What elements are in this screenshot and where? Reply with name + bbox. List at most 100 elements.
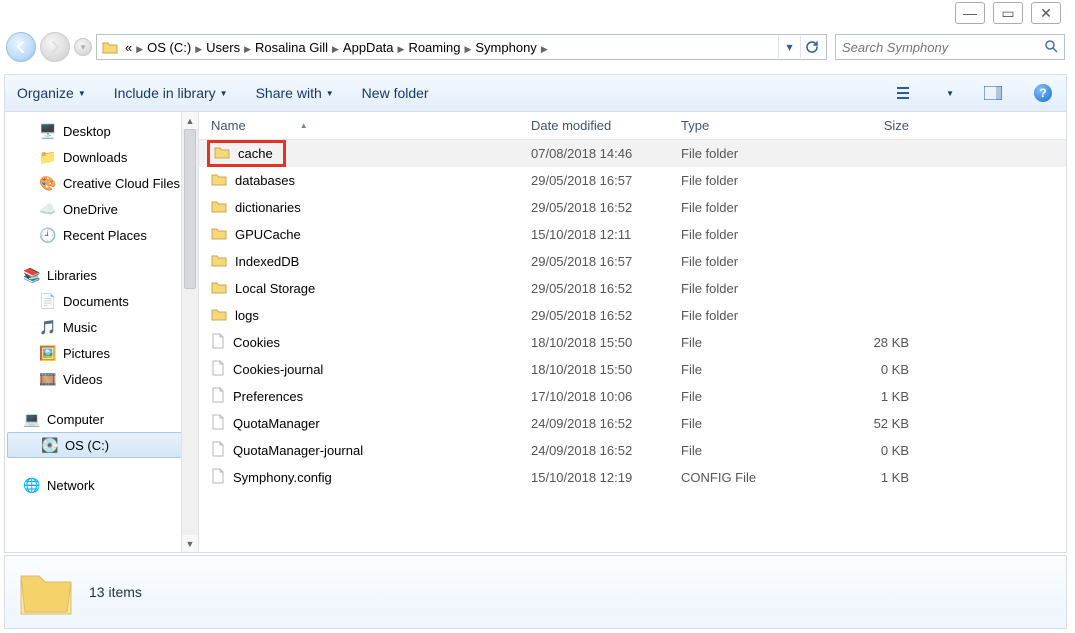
breadcrumb-segment[interactable]: OS (C:) — [145, 40, 193, 55]
file-row[interactable]: databases29/05/2018 16:57File folder — [199, 167, 1066, 194]
help-button[interactable]: ? — [1032, 82, 1054, 104]
scroll-down-icon[interactable]: ▼ — [182, 535, 198, 552]
preview-pane-button[interactable] — [982, 82, 1004, 104]
forward-button[interactable] — [40, 32, 70, 62]
file-type: File — [681, 443, 829, 458]
column-type[interactable]: Type — [681, 118, 829, 133]
scroll-up-icon[interactable]: ▲ — [182, 112, 198, 129]
file-type: File folder — [681, 308, 829, 323]
share-with-menu[interactable]: Share with▼ — [256, 85, 334, 101]
organize-menu[interactable]: Organize▼ — [17, 85, 86, 101]
address-bar[interactable]: « ▶OS (C:)▶Users▶Rosalina Gill▶AppData▶R… — [96, 34, 827, 60]
file-date: 29/05/2018 16:52 — [531, 200, 681, 215]
file-row[interactable]: Local Storage29/05/2018 16:52File folder — [199, 275, 1066, 302]
search-input[interactable] — [842, 40, 1044, 55]
tree-item-label: Creative Cloud Files — [63, 176, 180, 191]
tree-item[interactable]: 🖥️Desktop — [5, 118, 198, 144]
file-size: 28 KB — [829, 335, 919, 350]
file-date: 29/05/2018 16:57 — [531, 254, 681, 269]
chevron-right-icon[interactable]: ▶ — [193, 44, 204, 54]
file-icon — [211, 468, 225, 487]
chevron-down-icon: ▼ — [78, 89, 86, 98]
history-dropdown-icon[interactable]: ▾ — [74, 38, 92, 56]
close-button[interactable]: ✕ — [1031, 2, 1061, 24]
column-size[interactable]: Size — [829, 118, 919, 133]
breadcrumb-segment[interactable]: Rosalina Gill — [253, 40, 330, 55]
file-name: QuotaManager — [233, 416, 320, 431]
tree-item[interactable]: ☁️OneDrive — [5, 196, 198, 222]
file-row[interactable]: Preferences17/10/2018 10:06File1 KB — [199, 383, 1066, 410]
file-row[interactable]: Cookies18/10/2018 15:50File28 KB — [199, 329, 1066, 356]
column-date-modified[interactable]: Date modified — [531, 118, 681, 133]
tree-item-label: Documents — [63, 294, 129, 309]
breadcrumb-segment[interactable]: Roaming — [406, 40, 462, 55]
search-icon[interactable] — [1044, 39, 1058, 56]
tree-item[interactable]: 📄 Documents — [5, 288, 198, 314]
computer-icon: 💻 — [23, 410, 41, 428]
documents-icon: 📄 — [39, 292, 57, 310]
file-date: 24/09/2018 16:52 — [531, 443, 681, 458]
folder-icon — [211, 253, 227, 270]
breadcrumb-ellipsis[interactable]: « — [121, 40, 132, 55]
chevron-right-icon[interactable]: ▶ — [134, 44, 145, 54]
file-row[interactable]: Cookies-journal18/10/2018 15:50File0 KB — [199, 356, 1066, 383]
scrollbar-thumb[interactable] — [184, 129, 196, 289]
navigation-tree: 🖥️Desktop📁Downloads🎨Creative Cloud Files… — [5, 112, 199, 552]
videos-icon: 🎞️ — [39, 370, 57, 388]
back-button[interactable] — [6, 32, 36, 62]
file-row[interactable]: IndexedDB29/05/2018 16:57File folder — [199, 248, 1066, 275]
command-toolbar: Organize▼ Include in library▼ Share with… — [4, 74, 1067, 112]
folder-icon — [211, 226, 227, 243]
file-row[interactable]: GPUCache15/10/2018 12:11File folder — [199, 221, 1066, 248]
file-name: QuotaManager-journal — [233, 443, 363, 458]
tree-item[interactable]: 🎞️Videos — [5, 366, 198, 392]
file-date: 18/10/2018 15:50 — [531, 335, 681, 350]
tree-item[interactable]: 💽OS (C:) — [7, 432, 196, 458]
file-date: 29/05/2018 16:57 — [531, 173, 681, 188]
file-row[interactable]: QuotaManager-journal 24/09/2018 16:52File… — [199, 437, 1066, 464]
file-row[interactable]: QuotaManager24/09/2018 16:52File52 KB — [199, 410, 1066, 437]
breadcrumb-segment[interactable]: Symphony — [473, 40, 538, 55]
chevron-down-icon: ▼ — [220, 89, 228, 98]
chevron-right-icon[interactable]: ▶ — [242, 44, 253, 54]
sidebar-scrollbar[interactable]: ▲ ▼ — [181, 112, 198, 552]
file-row[interactable]: Symphony.config15/10/2018 12:19CONFIG Fi… — [199, 464, 1066, 491]
chevron-right-icon[interactable]: ▶ — [330, 44, 341, 54]
file-row[interactable]: dictionaries29/05/2018 16:52File folder — [199, 194, 1066, 221]
minimize-button[interactable]: — — [955, 2, 985, 24]
maximize-button[interactable]: ▭ — [993, 2, 1023, 24]
chevron-right-icon[interactable]: ▶ — [396, 44, 407, 54]
tree-item[interactable]: 📁Downloads — [5, 144, 198, 170]
tree-item[interactable]: 💻Computer — [5, 406, 198, 432]
tree-item[interactable]: 📚Libraries — [5, 262, 198, 288]
file-name: Cookies-journal — [233, 362, 323, 377]
chevron-down-icon[interactable]: ▼ — [946, 89, 954, 98]
tree-item[interactable]: 🎨Creative Cloud Files — [5, 170, 198, 196]
folder-icon — [101, 38, 119, 56]
file-row[interactable]: cache07/08/2018 14:46File folder — [199, 140, 1066, 167]
refresh-button[interactable] — [800, 36, 822, 58]
file-date: 15/10/2018 12:19 — [531, 470, 681, 485]
include-in-library-menu[interactable]: Include in library▼ — [114, 85, 228, 101]
search-box[interactable] — [835, 34, 1065, 60]
file-type: File folder — [681, 173, 829, 188]
column-name[interactable]: Name▲ — [211, 118, 531, 133]
tree-item[interactable]: 🖼️Pictures — [5, 340, 198, 366]
chevron-right-icon[interactable]: ▶ — [539, 44, 550, 54]
view-options-button[interactable] — [896, 82, 918, 104]
breadcrumb-segment[interactable]: AppData — [341, 40, 396, 55]
file-row[interactable]: logs29/05/2018 16:52File folder — [199, 302, 1066, 329]
breadcrumb-segment[interactable]: Users — [204, 40, 242, 55]
tree-item-label: OS (C:) — [65, 438, 109, 453]
file-date: 07/08/2018 14:46 — [531, 146, 681, 161]
music-icon: 🎵 — [39, 318, 57, 336]
tree-item-label: Libraries — [47, 268, 97, 283]
tree-item[interactable]: 🎵Music — [5, 314, 198, 340]
tree-item[interactable]: 🌐Network — [5, 472, 198, 498]
new-folder-button[interactable]: New folder — [362, 85, 429, 101]
file-icon — [211, 360, 225, 379]
tree-item[interactable]: 🕘Recent Places — [5, 222, 198, 248]
chevron-right-icon[interactable]: ▶ — [462, 44, 473, 54]
address-dropdown-icon[interactable]: ▾ — [778, 36, 800, 58]
folder-icon: 📁 — [39, 148, 57, 166]
